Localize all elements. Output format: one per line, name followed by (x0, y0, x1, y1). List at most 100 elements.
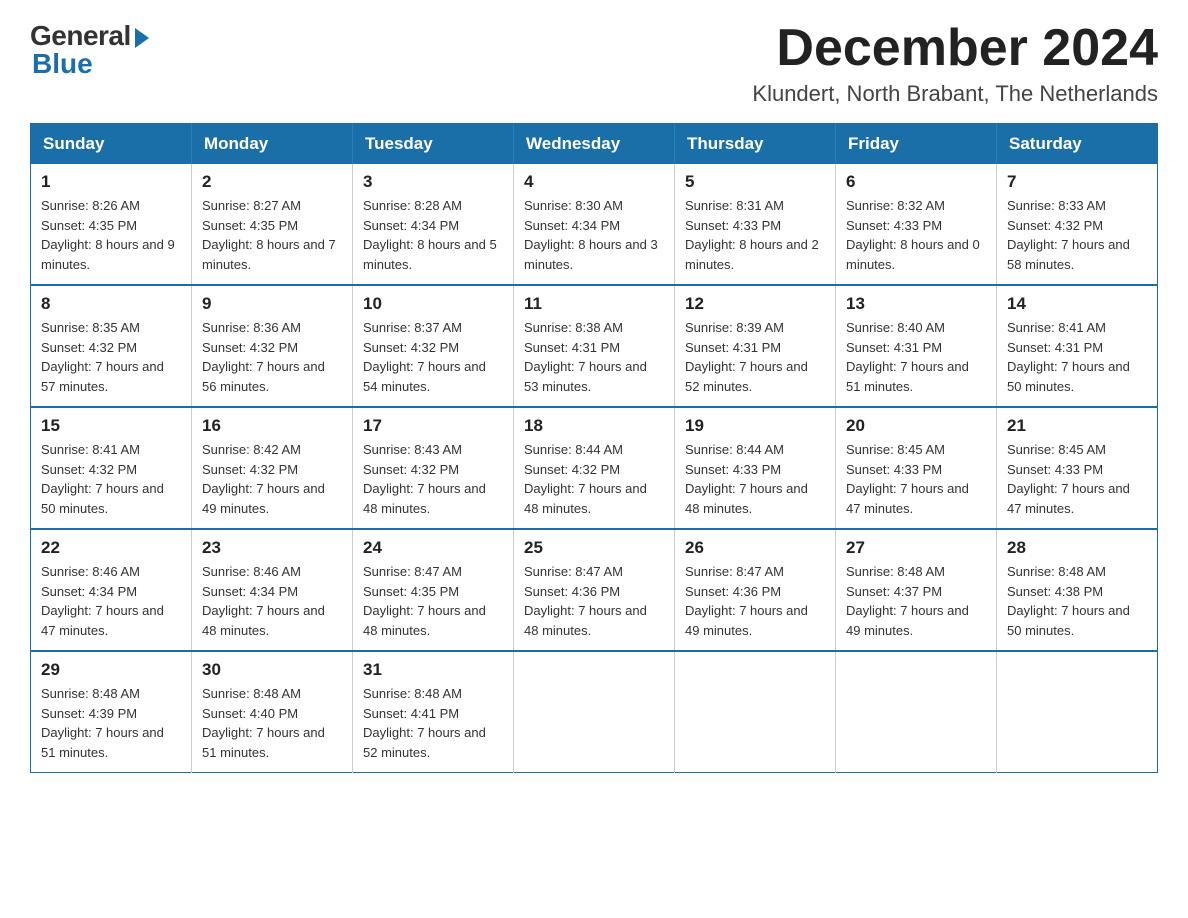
day-info: Sunrise: 8:32 AMSunset: 4:33 PMDaylight:… (846, 198, 980, 272)
day-number: 11 (524, 294, 664, 314)
day-info: Sunrise: 8:27 AMSunset: 4:35 PMDaylight:… (202, 198, 336, 272)
calendar-cell: 16 Sunrise: 8:42 AMSunset: 4:32 PMDaylig… (192, 407, 353, 529)
calendar-cell: 29 Sunrise: 8:48 AMSunset: 4:39 PMDaylig… (31, 651, 192, 773)
day-number: 28 (1007, 538, 1147, 558)
calendar-table: SundayMondayTuesdayWednesdayThursdayFrid… (30, 123, 1158, 773)
calendar-cell: 22 Sunrise: 8:46 AMSunset: 4:34 PMDaylig… (31, 529, 192, 651)
week-row-2: 8 Sunrise: 8:35 AMSunset: 4:32 PMDayligh… (31, 285, 1158, 407)
day-info: Sunrise: 8:47 AMSunset: 4:36 PMDaylight:… (685, 564, 808, 638)
header-thursday: Thursday (675, 124, 836, 165)
calendar-cell (514, 651, 675, 773)
day-number: 23 (202, 538, 342, 558)
header-wednesday: Wednesday (514, 124, 675, 165)
header-monday: Monday (192, 124, 353, 165)
calendar-cell: 28 Sunrise: 8:48 AMSunset: 4:38 PMDaylig… (997, 529, 1158, 651)
day-info: Sunrise: 8:41 AMSunset: 4:31 PMDaylight:… (1007, 320, 1130, 394)
week-row-1: 1 Sunrise: 8:26 AMSunset: 4:35 PMDayligh… (31, 164, 1158, 285)
day-number: 24 (363, 538, 503, 558)
day-number: 22 (41, 538, 181, 558)
week-row-3: 15 Sunrise: 8:41 AMSunset: 4:32 PMDaylig… (31, 407, 1158, 529)
day-info: Sunrise: 8:48 AMSunset: 4:39 PMDaylight:… (41, 686, 164, 760)
day-info: Sunrise: 8:47 AMSunset: 4:36 PMDaylight:… (524, 564, 647, 638)
week-row-4: 22 Sunrise: 8:46 AMSunset: 4:34 PMDaylig… (31, 529, 1158, 651)
calendar-cell: 18 Sunrise: 8:44 AMSunset: 4:32 PMDaylig… (514, 407, 675, 529)
logo-blue-text: Blue (32, 48, 93, 80)
day-info: Sunrise: 8:48 AMSunset: 4:37 PMDaylight:… (846, 564, 969, 638)
weekday-header-row: SundayMondayTuesdayWednesdayThursdayFrid… (31, 124, 1158, 165)
day-info: Sunrise: 8:48 AMSunset: 4:38 PMDaylight:… (1007, 564, 1130, 638)
calendar-cell: 26 Sunrise: 8:47 AMSunset: 4:36 PMDaylig… (675, 529, 836, 651)
calendar-cell: 10 Sunrise: 8:37 AMSunset: 4:32 PMDaylig… (353, 285, 514, 407)
page-header: General Blue December 2024 Klundert, Nor… (30, 20, 1158, 107)
calendar-cell: 6 Sunrise: 8:32 AMSunset: 4:33 PMDayligh… (836, 164, 997, 285)
day-info: Sunrise: 8:39 AMSunset: 4:31 PMDaylight:… (685, 320, 808, 394)
calendar-cell: 24 Sunrise: 8:47 AMSunset: 4:35 PMDaylig… (353, 529, 514, 651)
day-info: Sunrise: 8:36 AMSunset: 4:32 PMDaylight:… (202, 320, 325, 394)
calendar-cell: 23 Sunrise: 8:46 AMSunset: 4:34 PMDaylig… (192, 529, 353, 651)
day-number: 17 (363, 416, 503, 436)
month-year-title: December 2024 (752, 20, 1158, 77)
day-number: 12 (685, 294, 825, 314)
day-number: 26 (685, 538, 825, 558)
day-number: 9 (202, 294, 342, 314)
day-info: Sunrise: 8:37 AMSunset: 4:32 PMDaylight:… (363, 320, 486, 394)
day-number: 1 (41, 172, 181, 192)
day-info: Sunrise: 8:45 AMSunset: 4:33 PMDaylight:… (846, 442, 969, 516)
day-info: Sunrise: 8:45 AMSunset: 4:33 PMDaylight:… (1007, 442, 1130, 516)
day-number: 14 (1007, 294, 1147, 314)
day-number: 4 (524, 172, 664, 192)
header-friday: Friday (836, 124, 997, 165)
calendar-cell: 27 Sunrise: 8:48 AMSunset: 4:37 PMDaylig… (836, 529, 997, 651)
day-number: 31 (363, 660, 503, 680)
day-number: 7 (1007, 172, 1147, 192)
calendar-cell (675, 651, 836, 773)
calendar-cell: 21 Sunrise: 8:45 AMSunset: 4:33 PMDaylig… (997, 407, 1158, 529)
day-info: Sunrise: 8:38 AMSunset: 4:31 PMDaylight:… (524, 320, 647, 394)
day-number: 10 (363, 294, 503, 314)
calendar-cell: 14 Sunrise: 8:41 AMSunset: 4:31 PMDaylig… (997, 285, 1158, 407)
day-info: Sunrise: 8:26 AMSunset: 4:35 PMDaylight:… (41, 198, 175, 272)
calendar-cell: 3 Sunrise: 8:28 AMSunset: 4:34 PMDayligh… (353, 164, 514, 285)
logo-arrow-icon (135, 28, 149, 48)
calendar-cell: 19 Sunrise: 8:44 AMSunset: 4:33 PMDaylig… (675, 407, 836, 529)
day-info: Sunrise: 8:42 AMSunset: 4:32 PMDaylight:… (202, 442, 325, 516)
day-info: Sunrise: 8:43 AMSunset: 4:32 PMDaylight:… (363, 442, 486, 516)
day-info: Sunrise: 8:48 AMSunset: 4:41 PMDaylight:… (363, 686, 486, 760)
calendar-cell: 17 Sunrise: 8:43 AMSunset: 4:32 PMDaylig… (353, 407, 514, 529)
day-number: 20 (846, 416, 986, 436)
day-number: 16 (202, 416, 342, 436)
day-number: 8 (41, 294, 181, 314)
day-info: Sunrise: 8:30 AMSunset: 4:34 PMDaylight:… (524, 198, 658, 272)
calendar-cell: 30 Sunrise: 8:48 AMSunset: 4:40 PMDaylig… (192, 651, 353, 773)
day-info: Sunrise: 8:44 AMSunset: 4:33 PMDaylight:… (685, 442, 808, 516)
calendar-cell: 4 Sunrise: 8:30 AMSunset: 4:34 PMDayligh… (514, 164, 675, 285)
calendar-cell: 15 Sunrise: 8:41 AMSunset: 4:32 PMDaylig… (31, 407, 192, 529)
day-number: 19 (685, 416, 825, 436)
calendar-cell: 11 Sunrise: 8:38 AMSunset: 4:31 PMDaylig… (514, 285, 675, 407)
calendar-cell: 12 Sunrise: 8:39 AMSunset: 4:31 PMDaylig… (675, 285, 836, 407)
calendar-cell: 8 Sunrise: 8:35 AMSunset: 4:32 PMDayligh… (31, 285, 192, 407)
day-number: 2 (202, 172, 342, 192)
day-number: 6 (846, 172, 986, 192)
calendar-cell: 25 Sunrise: 8:47 AMSunset: 4:36 PMDaylig… (514, 529, 675, 651)
header-saturday: Saturday (997, 124, 1158, 165)
calendar-cell: 9 Sunrise: 8:36 AMSunset: 4:32 PMDayligh… (192, 285, 353, 407)
day-info: Sunrise: 8:28 AMSunset: 4:34 PMDaylight:… (363, 198, 497, 272)
calendar-cell: 7 Sunrise: 8:33 AMSunset: 4:32 PMDayligh… (997, 164, 1158, 285)
day-info: Sunrise: 8:33 AMSunset: 4:32 PMDaylight:… (1007, 198, 1130, 272)
day-number: 29 (41, 660, 181, 680)
day-info: Sunrise: 8:46 AMSunset: 4:34 PMDaylight:… (41, 564, 164, 638)
header-tuesday: Tuesday (353, 124, 514, 165)
day-number: 15 (41, 416, 181, 436)
day-number: 5 (685, 172, 825, 192)
title-section: December 2024 Klundert, North Brabant, T… (752, 20, 1158, 107)
day-number: 30 (202, 660, 342, 680)
day-number: 18 (524, 416, 664, 436)
week-row-5: 29 Sunrise: 8:48 AMSunset: 4:39 PMDaylig… (31, 651, 1158, 773)
calendar-cell: 1 Sunrise: 8:26 AMSunset: 4:35 PMDayligh… (31, 164, 192, 285)
day-info: Sunrise: 8:44 AMSunset: 4:32 PMDaylight:… (524, 442, 647, 516)
calendar-cell: 5 Sunrise: 8:31 AMSunset: 4:33 PMDayligh… (675, 164, 836, 285)
day-number: 13 (846, 294, 986, 314)
calendar-cell: 20 Sunrise: 8:45 AMSunset: 4:33 PMDaylig… (836, 407, 997, 529)
location-subtitle: Klundert, North Brabant, The Netherlands (752, 81, 1158, 107)
